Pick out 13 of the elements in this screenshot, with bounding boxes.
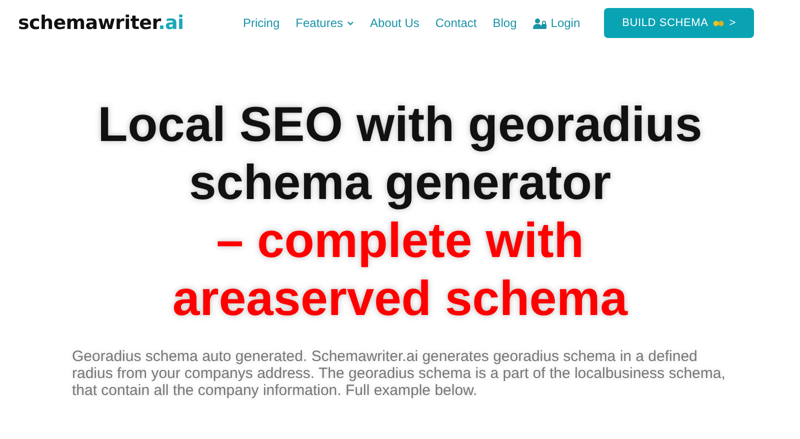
caret-icon xyxy=(347,20,354,26)
user-lock-icon xyxy=(532,18,547,28)
headline-highlight: – complete with areaserved schema xyxy=(172,213,629,328)
nav-dropdown[interactable]: Features xyxy=(296,14,354,32)
headline: Local SEO with georadius schema generator xyxy=(96,97,704,212)
nav-link[interactable]: Contact xyxy=(435,14,477,32)
logo-link[interactable]: schemawriter.ai xyxy=(18,8,184,38)
nav-link[interactable]: Pricing xyxy=(242,14,280,32)
build-schema-button[interactable]: BUILD SCHEMA > xyxy=(604,8,754,38)
intro-paragraph: Georadius schema auto generated. Schemawriter.ai generates georadius schema in a defined radius from your companys address. The georadius schema is a part of the localbusiness schema, that contain all the company information. Full example below. xyxy=(72,348,726,399)
login-link[interactable]: Login xyxy=(532,14,580,32)
nav-link[interactable]: Blog xyxy=(492,14,517,32)
nav-link[interactable]: About Us xyxy=(370,14,420,32)
